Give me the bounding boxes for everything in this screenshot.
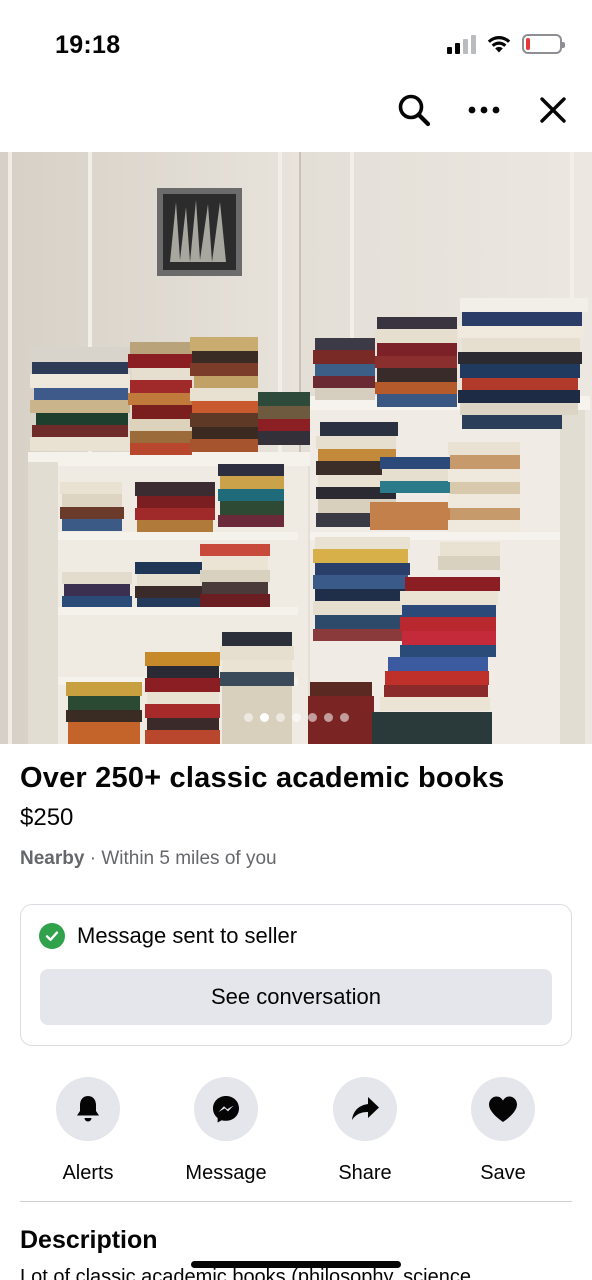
battery-level <box>526 38 530 50</box>
alerts-button[interactable]: Alerts <box>28 1077 148 1185</box>
carousel-dot[interactable] <box>259 713 269 722</box>
listing-location: Nearby · Within 5 miles of you <box>20 848 277 870</box>
checkmark-icon <box>39 923 65 949</box>
status-bar: 19:18 <box>0 0 592 90</box>
alerts-label: Alerts <box>62 1162 114 1184</box>
listing-photo-carousel[interactable] <box>0 152 592 744</box>
more-icon <box>468 106 500 114</box>
status-icons <box>447 34 565 54</box>
message-status: Message sent to seller <box>39 923 297 949</box>
description-heading: Description <box>20 1226 158 1254</box>
status-time: 19:18 <box>55 31 121 59</box>
wifi-icon <box>487 36 511 53</box>
share-label: Share <box>338 1162 392 1184</box>
cellular-signal-icon <box>447 34 476 54</box>
save-label: Save <box>480 1162 526 1184</box>
share-icon <box>352 1097 379 1120</box>
heart-icon <box>489 1096 517 1122</box>
search-button[interactable] <box>389 85 439 135</box>
carousel-dot[interactable] <box>339 713 349 722</box>
search-icon <box>398 94 431 127</box>
location-nearby: Nearby <box>20 848 85 869</box>
carousel-dot[interactable] <box>291 713 301 722</box>
location-detail: Within 5 miles of you <box>101 848 277 869</box>
share-circle <box>333 1077 397 1141</box>
carousel-dot[interactable] <box>323 713 333 722</box>
description-text: Lot of classic academic books (philosoph… <box>20 1266 471 1280</box>
message-button[interactable]: Message <box>166 1077 286 1185</box>
battery-icon <box>522 34 565 54</box>
message-label: Message <box>185 1162 267 1184</box>
carousel-indicator <box>0 713 592 722</box>
see-conversation-button[interactable]: See conversation <box>40 969 552 1025</box>
save-button[interactable]: Save <box>443 1077 563 1185</box>
close-icon <box>540 97 566 123</box>
more-options-button[interactable] <box>459 85 509 135</box>
top-toolbar <box>0 85 592 135</box>
carousel-dot[interactable] <box>243 713 253 722</box>
messenger-icon <box>213 1096 239 1123</box>
section-divider <box>20 1201 572 1202</box>
listing-price: $250 <box>20 804 74 831</box>
share-button[interactable]: Share <box>305 1077 425 1185</box>
bell-icon <box>77 1096 99 1122</box>
location-separator: · <box>84 848 102 869</box>
message-circle <box>194 1077 258 1141</box>
listing-title: Over 250+ classic academic books <box>20 762 505 794</box>
carousel-dot[interactable] <box>307 713 317 722</box>
message-status-text: Message sent to seller <box>77 923 298 948</box>
home-indicator[interactable] <box>191 1261 401 1268</box>
message-sent-card: Message sent to seller See conversation <box>20 904 572 1046</box>
alerts-circle <box>56 1077 120 1141</box>
close-button[interactable] <box>528 85 578 135</box>
save-circle <box>471 1077 535 1141</box>
bookshelf-photo <box>0 152 592 744</box>
carousel-dot[interactable] <box>275 713 285 722</box>
